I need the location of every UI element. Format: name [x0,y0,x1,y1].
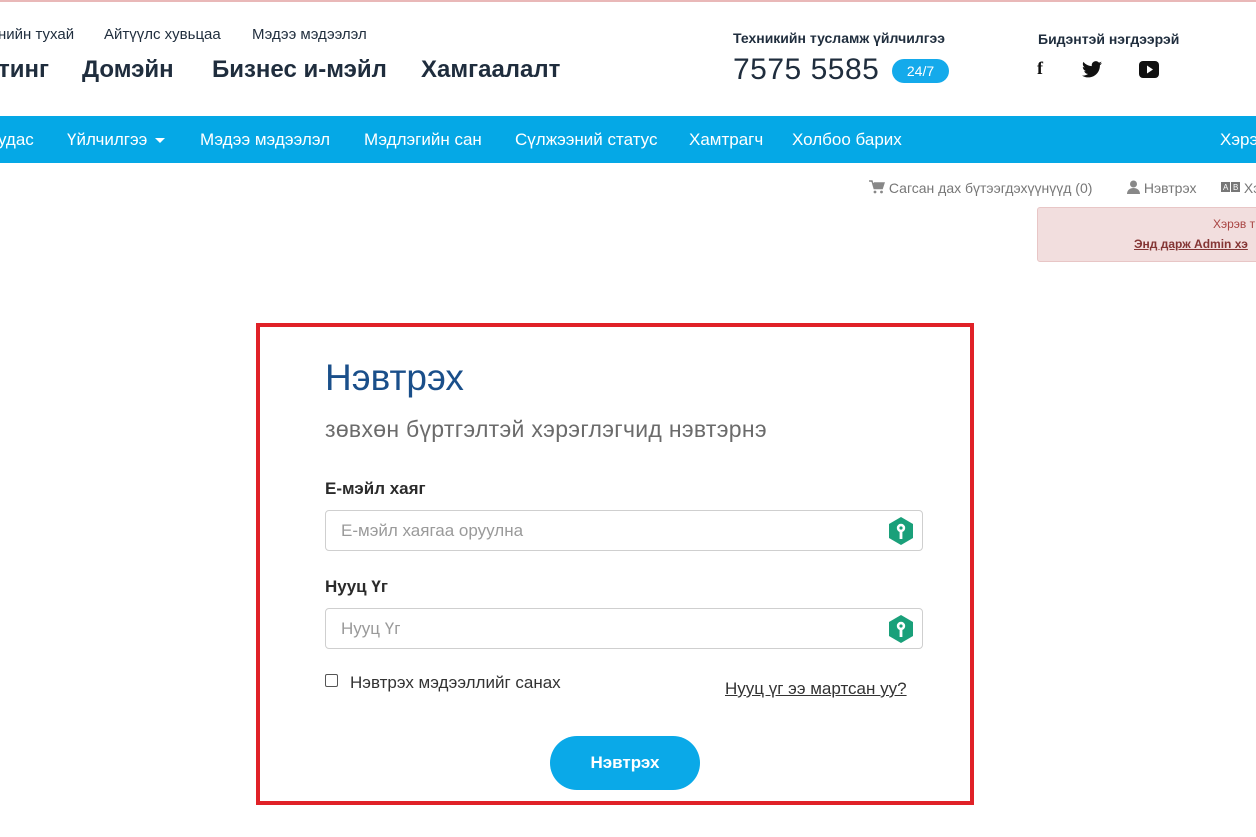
menu-item-services[interactable]: Үйлчилгээ [67,130,166,150]
nav-link-business-email[interactable]: Бизнес и-мэйл [212,56,387,84]
facebook-icon[interactable]: f [1037,58,1043,79]
password-manager-key-icon[interactable] [886,516,916,546]
login-link-label: Нэвтрэх [1143,180,1197,196]
menu-item-services-label: Үйлчилгээ [67,130,148,149]
support-phone[interactable]: 7575 5585 [733,53,879,87]
login-title: Нэвтрэх [325,357,464,398]
forgot-password-link[interactable]: Нууц үг ээ мартсан уу? [725,679,907,699]
login-subtitle: зөвхөн бүртгэлтэй хэрэглэгчид нэвтэрнэ [325,416,767,442]
user-icon [1127,180,1140,194]
email-label: Е-мэйл хаяг [325,479,426,498]
support-label: Техникийн тусламж үйлчилгээ [733,30,946,46]
cart-label: Сагсан дах бүтээгдэхүүнүүд (0) [888,180,1093,196]
login-link[interactable]: Нэвтрэх [1127,180,1196,196]
password-manager-key-icon[interactable] [886,614,916,644]
twitter-icon[interactable] [1082,61,1102,83]
top-border [0,0,1256,2]
svg-text:B: B [1233,183,1238,192]
cart-icon [869,180,885,194]
cart-link[interactable]: Сагсан дах бүтээгдэхүүнүүд (0) [869,180,1092,196]
password-field[interactable] [325,608,923,649]
admin-alert-text: Хэрэв т [1213,217,1256,231]
main-menu-bar: удас Үйлчилгээ Мэдээ мэдээлэл Мэдлэгийн … [0,116,1256,163]
social-label: Бидэнтэй нэгдээрэй [1038,31,1180,47]
menu-item-partner[interactable]: Хамтрагч [689,130,763,150]
menu-item-contact[interactable]: Холбоо барих [792,130,902,150]
nav-link-shares[interactable]: Айтүүлс хувьцаа [104,26,221,43]
menu-item-account[interactable]: Хэрэ [1220,130,1256,150]
menu-item-network-status[interactable]: Сүлжээний статус [515,130,657,150]
login-submit-button[interactable]: Нэвтрэх [550,736,700,790]
password-label: Нууц Үг [325,577,388,596]
svg-text:A: A [1223,183,1229,192]
language-link[interactable]: AB Хэ [1221,180,1256,196]
language-icon: AB [1221,182,1240,192]
admin-alert: Хэрэв т Энд дарж Admin хэ [1037,207,1256,262]
caret-down-icon [155,138,166,144]
support-badge: 24/7 [892,59,949,83]
nav-link-hosting[interactable]: тинг [0,56,49,84]
nav-link-security[interactable]: Хамгаалалт [421,56,560,84]
menu-item-news[interactable]: Мэдээ мэдээлэл [200,130,330,150]
email-field[interactable] [325,510,923,551]
menu-item-home[interactable]: удас [0,130,34,150]
remember-me-checkbox[interactable] [325,674,338,687]
youtube-icon[interactable] [1139,61,1159,83]
menu-item-knowledge-base[interactable]: Мэдлэгийн сан [364,130,482,150]
nav-link-about[interactable]: нийн тухай [0,26,74,43]
remember-me-label[interactable]: Нэвтрэх мэдээллийг санах [350,673,561,693]
admin-alert-link[interactable]: Энд дарж Admin хэ [1134,237,1248,251]
nav-link-domain[interactable]: Домэйн [82,56,174,84]
nav-link-news[interactable]: Мэдээ мэдээлэл [252,26,367,43]
language-label: Хэ [1243,180,1256,196]
